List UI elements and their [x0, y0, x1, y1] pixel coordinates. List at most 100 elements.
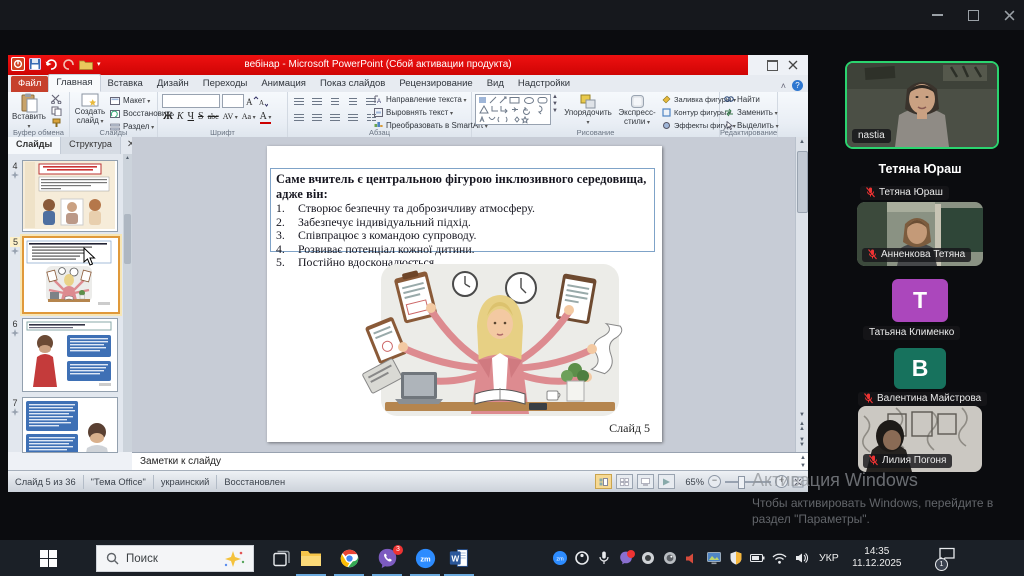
shapes-scroll-down-icon[interactable]: ▼: [552, 101, 558, 107]
slideshow-view-button[interactable]: [658, 474, 675, 489]
audio-alert-tray-icon[interactable]: [684, 551, 699, 566]
align-center-button[interactable]: [310, 111, 324, 124]
zoom-percentage[interactable]: 65%: [685, 477, 704, 487]
zoom-in-button[interactable]: +: [775, 475, 788, 488]
shapes-gallery[interactable]: [475, 94, 551, 125]
notes-pane[interactable]: Заметки к слайду ▲▼: [132, 452, 808, 470]
change-case-button[interactable]: Aa: [242, 112, 256, 121]
redo-icon[interactable]: [62, 59, 75, 70]
format-painter-icon[interactable]: [51, 118, 62, 128]
participant-tile-pogonya[interactable]: Лилия Погоня: [858, 406, 982, 472]
notes-scroll-icons[interactable]: ▲▼: [800, 454, 806, 470]
normal-view-button[interactable]: [595, 474, 612, 489]
font-size-select[interactable]: [222, 94, 244, 108]
taskbar-clock[interactable]: 14:35 11.12.2025: [849, 546, 905, 570]
scroll-up-icon[interactable]: ▲: [796, 139, 808, 145]
decrease-indent-button[interactable]: [328, 95, 342, 108]
copy-icon[interactable]: [51, 106, 62, 116]
viber-tray-icon[interactable]: [618, 551, 633, 566]
tab-home[interactable]: Главная: [48, 74, 100, 92]
slide-thumbnail-5-selected[interactable]: [22, 236, 120, 314]
microphone-tray-icon[interactable]: [596, 551, 611, 566]
participant-tile-nastia[interactable]: nastia: [845, 61, 999, 149]
word-taskbar-icon[interactable]: W: [440, 540, 478, 576]
action-center-button[interactable]: 1: [938, 547, 962, 569]
panel-scrollbar[interactable]: ▲: [123, 154, 132, 452]
cut-icon[interactable]: [51, 94, 62, 104]
slide-thumbnail-7[interactable]: [22, 397, 118, 453]
strikethrough-button[interactable]: S: [198, 111, 204, 122]
camera-app-tray-icon-2[interactable]: [662, 551, 677, 566]
panel-scroll-up-icon[interactable]: ▲: [123, 155, 132, 161]
align-right-button[interactable]: [328, 111, 342, 124]
viber-taskbar-icon[interactable]: 3: [368, 540, 406, 576]
bold-button[interactable]: Ж: [163, 111, 173, 122]
justify-button[interactable]: [346, 111, 360, 124]
minimize-button[interactable]: [925, 7, 949, 23]
obs-tray-icon[interactable]: [574, 551, 589, 566]
zoom-tray-icon[interactable]: zm: [552, 551, 567, 566]
reading-view-button[interactable]: [637, 474, 654, 489]
volume-tray-icon[interactable]: [794, 551, 809, 566]
next-slide-button[interactable]: ▼▼: [796, 438, 808, 448]
increase-indent-button[interactable]: [346, 95, 360, 108]
underline-button[interactable]: Ч: [188, 111, 195, 122]
slide-sorter-view-button[interactable]: [616, 474, 633, 489]
zoom-taskbar-icon[interactable]: zm: [406, 540, 444, 576]
tab-transitions[interactable]: Переходы: [196, 76, 255, 92]
tab-outline[interactable]: Структура: [61, 137, 121, 154]
font-color-button[interactable]: А: [260, 111, 272, 124]
chrome-taskbar-icon[interactable]: [330, 540, 368, 576]
align-text-button[interactable]: Выровнять текст: [374, 107, 488, 118]
display-app-tray-icon[interactable]: [706, 551, 721, 566]
close-button[interactable]: [997, 7, 1021, 23]
language-indicator[interactable]: УКР: [816, 552, 842, 564]
previous-slide-button[interactable]: ▲▲: [796, 422, 808, 432]
shapes-scroll-up-icon[interactable]: ▲: [552, 94, 558, 100]
tab-animation[interactable]: Анимация: [254, 76, 313, 92]
tab-design[interactable]: Дизайн: [150, 76, 196, 92]
current-slide[interactable]: Саме вчитель є центральною фігурою інклю…: [267, 146, 662, 442]
shapes-more-icon[interactable]: ▼: [552, 108, 558, 114]
camera-app-tray-icon[interactable]: [640, 551, 655, 566]
maximize-button[interactable]: [961, 7, 985, 23]
character-spacing-button[interactable]: AV: [223, 112, 238, 121]
file-explorer-taskbar-icon[interactable]: [292, 540, 330, 576]
text-direction-button[interactable]: AНаправление текста: [374, 94, 488, 105]
paste-button[interactable]: Вставить: [12, 93, 46, 131]
slide-text-box[interactable]: Саме вчитель є центральною фігурою інклю…: [270, 168, 655, 252]
scrollbar-thumb[interactable]: [797, 151, 808, 213]
panel-scrollbar-thumb[interactable]: [124, 214, 131, 264]
new-slide-button[interactable]: Создать слайд: [72, 93, 108, 126]
status-language[interactable]: украинский: [154, 475, 218, 489]
close-window-icon[interactable]: [788, 60, 798, 70]
restore-window-icon[interactable]: [767, 60, 778, 71]
slide-vertical-scrollbar[interactable]: ▲ ▼ ▲▲ ▼▼: [795, 137, 808, 452]
zoom-slider[interactable]: [725, 475, 771, 488]
start-button[interactable]: [24, 540, 72, 576]
italic-button[interactable]: К: [177, 111, 184, 122]
tab-review[interactable]: Рецензирование: [392, 76, 479, 92]
tab-slideshow[interactable]: Показ слайдов: [313, 76, 392, 92]
align-left-button[interactable]: [292, 111, 306, 124]
zoom-slider-thumb[interactable]: [738, 476, 745, 489]
replace-button[interactable]: Заменить: [724, 107, 779, 118]
fit-to-window-button[interactable]: [792, 476, 804, 488]
bullets-button[interactable]: [292, 95, 306, 108]
clear-formatting-button[interactable]: abc: [208, 112, 219, 121]
undo-icon[interactable]: [45, 59, 58, 70]
arrange-button[interactable]: Упорядочить: [564, 94, 612, 127]
tab-file[interactable]: Файл: [11, 76, 48, 92]
grow-shrink-font-icons[interactable]: AA: [246, 96, 268, 107]
numbering-button[interactable]: [310, 95, 324, 108]
quick-styles-button[interactable]: Экспресс-стили: [614, 94, 660, 127]
battery-tray-icon[interactable]: [750, 551, 765, 566]
scroll-down-icon[interactable]: ▼: [796, 412, 808, 418]
security-shield-tray-icon[interactable]: [728, 551, 743, 566]
help-icon[interactable]: [792, 80, 803, 91]
slide-thumbnail-6[interactable]: [22, 318, 118, 392]
open-folder-icon[interactable]: [79, 59, 93, 70]
zoom-out-button[interactable]: −: [708, 475, 721, 488]
slide-thumbnail-4[interactable]: [22, 160, 118, 232]
find-button[interactable]: Найти: [724, 94, 779, 105]
